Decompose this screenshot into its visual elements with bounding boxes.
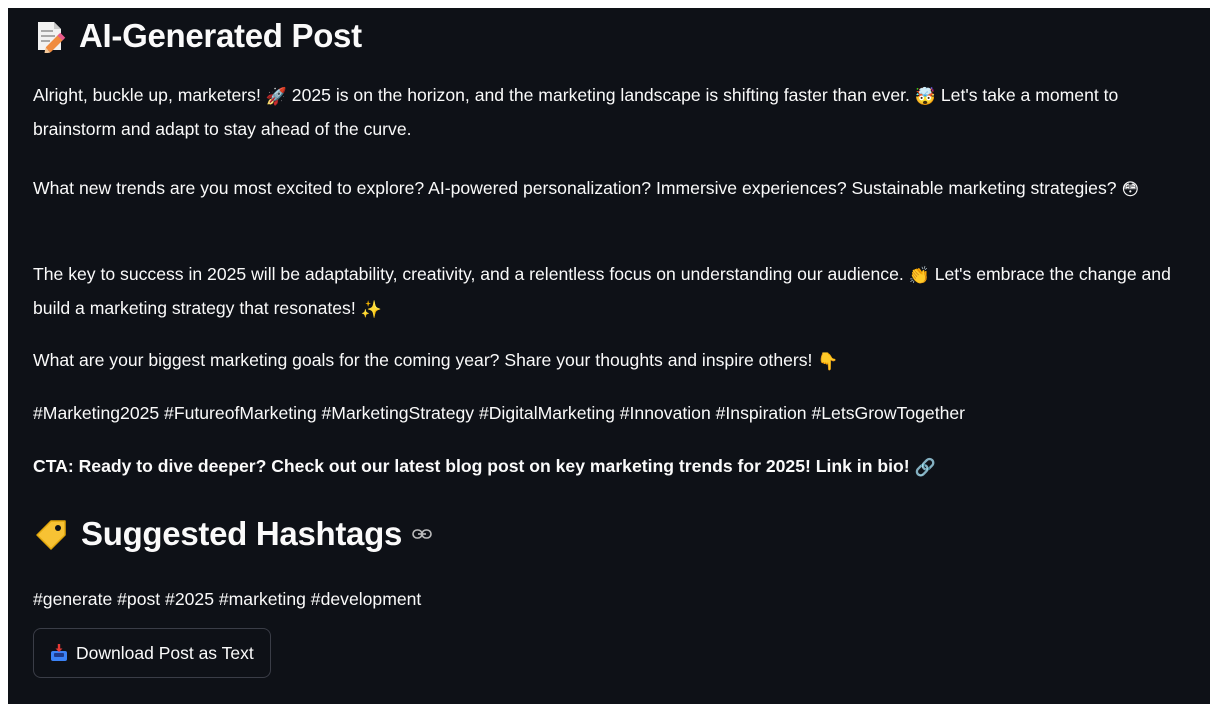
link-icon: 🔗	[914, 458, 936, 477]
download-post-button[interactable]: Download Post as Text	[33, 628, 271, 678]
download-button-label: Download Post as Text	[76, 642, 254, 663]
post-text-segment: What new trends are you most excited to …	[33, 178, 1122, 198]
post-text-segment: The key to success in 2025 will be adapt…	[33, 264, 909, 284]
post-text-segment: What are your biggest marketing goals fo…	[33, 350, 818, 370]
post-title: AI-Generated Post	[79, 17, 362, 54]
main-content: AI-Generated Post Alright, buckle up, ma…	[8, 8, 1210, 704]
pointing-down-icon: 👇	[817, 352, 839, 371]
rocket-icon: 🚀	[265, 87, 287, 106]
post-paragraph-2: What new trends are you most excited to …	[33, 172, 1173, 206]
suggested-hashtags-text: #generate #post #2025 #marketing #develo…	[33, 589, 422, 609]
inbox-tray-icon	[50, 644, 68, 662]
post-text-segment: Alright, buckle up, marketers!	[33, 85, 266, 105]
post-text-segment: 2025 is on the horizon, and the marketin…	[286, 85, 915, 105]
exploding-head-icon: 🤯	[914, 87, 936, 106]
post-hashtag-line: #Marketing2025 #FutureofMarketing #Marke…	[33, 397, 1173, 429]
post-paragraph-4: What are your biggest marketing goals fo…	[33, 344, 1173, 378]
post-text-segment: #Marketing2025 #FutureofMarketing #Marke…	[33, 403, 966, 423]
hashtags-heading: Suggested Hashtags	[33, 508, 432, 560]
hashtags-title: Suggested Hashtags	[81, 515, 403, 552]
post-heading: AI-Generated Post	[33, 10, 362, 62]
memo-pencil-icon	[33, 19, 67, 53]
clapping-hands-icon: 👏	[908, 266, 930, 285]
post-paragraph-3: The key to success in 2025 will be adapt…	[33, 258, 1173, 326]
post-cta: CTA: Ready to dive deeper? Check out our…	[33, 450, 1173, 484]
anchor-link-icon[interactable]	[412, 528, 432, 540]
sparkles-icon: ✨	[360, 300, 382, 319]
post-paragraph-1: Alright, buckle up, marketers! 🚀 2025 is…	[33, 79, 1173, 145]
post-text-segment: CTA: Ready to dive deeper? Check out our…	[33, 456, 915, 476]
tag-label-icon	[33, 517, 69, 551]
flushed-face-icon: 😳	[1121, 180, 1140, 199]
